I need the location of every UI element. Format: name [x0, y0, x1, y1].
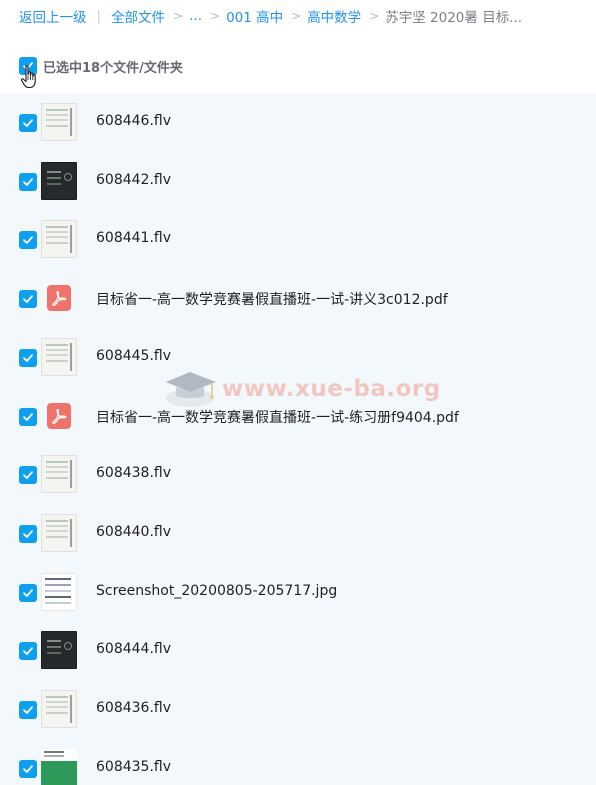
file-row[interactable]: 目标省一-高一数学竞赛暑假直播班-一试-练习册f9404.pdf — [0, 387, 596, 445]
file-name[interactable]: 608446.flv — [96, 113, 171, 129]
checkmark-icon — [23, 764, 33, 773]
file-checkbox[interactable] — [19, 231, 37, 250]
file-checkbox[interactable] — [19, 466, 37, 485]
breadcrumb-current: 苏宇坚 2020暑 目标... — [385, 10, 523, 26]
breadcrumb-level1[interactable]: 001 高中 — [226, 6, 283, 26]
chevron-right-icon: > — [291, 9, 302, 23]
file-name[interactable]: 608445.flv — [96, 348, 171, 364]
checkmark-icon — [23, 588, 33, 597]
breadcrumb-all-files[interactable]: 全部文件 — [111, 6, 165, 26]
chevron-right-icon: > — [369, 9, 380, 23]
video-thumbnail[interactable] — [41, 690, 77, 728]
video-thumbnail[interactable] — [41, 513, 77, 552]
checkmark-icon — [23, 354, 33, 362]
checkmark-icon — [23, 412, 33, 421]
checkmark-icon — [23, 177, 33, 186]
file-checkbox[interactable] — [19, 114, 37, 132]
checkmark-icon — [23, 647, 33, 656]
back-link[interactable]: 返回上一级 — [19, 6, 87, 26]
chevron-right-icon: > — [210, 9, 221, 23]
file-name[interactable]: 608438.flv — [96, 465, 171, 481]
breadcrumb-divider: | — [96, 8, 102, 24]
file-name[interactable]: 608440.flv — [96, 524, 171, 540]
file-name[interactable]: 目标省一-高一数学竞赛暑假直播班-一试-讲义3c012.pdf — [96, 289, 448, 309]
file-row[interactable]: 608441.flv — [0, 210, 596, 268]
checkmark-icon — [23, 119, 33, 127]
video-thumbnail[interactable] — [41, 455, 77, 494]
video-thumbnail[interactable] — [41, 220, 77, 259]
file-row[interactable]: 目标省一-高一数学竞赛暑假直播班-一试-讲义3c012.pdf — [0, 269, 596, 327]
file-checkbox[interactable] — [19, 759, 37, 778]
file-name[interactable]: Screenshot_20200805-205717.jpg — [96, 583, 337, 599]
pdf-file-icon — [47, 285, 71, 312]
file-row[interactable]: 608442.flv — [0, 152, 596, 210]
video-thumbnail[interactable] — [41, 337, 77, 376]
image-thumbnail[interactable] — [41, 572, 77, 611]
file-row[interactable]: 608444.flv — [0, 621, 596, 679]
file-checkbox[interactable] — [19, 583, 37, 602]
select-all-row: 已选中18个文件/文件夹 — [19, 56, 183, 76]
file-row[interactable]: 608445.flv — [0, 328, 596, 386]
file-list: 608446.flv 608442.flv 608441.flv 目标省一-高一数学竞… — [0, 93, 596, 785]
file-name[interactable]: 608444.flv — [96, 641, 171, 657]
pdf-file-icon — [47, 402, 71, 429]
checkmark-icon — [23, 471, 33, 480]
file-name[interactable]: 608442.flv — [96, 172, 171, 188]
file-checkbox[interactable] — [19, 642, 37, 661]
breadcrumb-ellipsis[interactable]: ... — [189, 8, 202, 24]
file-row[interactable]: 608446.flv — [0, 93, 596, 151]
chevron-right-icon: > — [173, 9, 184, 23]
file-name[interactable]: 608441.flv — [96, 230, 171, 246]
file-row[interactable]: 608440.flv — [0, 504, 596, 562]
file-row[interactable]: 608438.flv — [0, 445, 596, 503]
file-name[interactable]: 608436.flv — [96, 700, 171, 716]
video-thumbnail[interactable] — [41, 631, 77, 670]
file-checkbox[interactable] — [19, 524, 37, 543]
selection-count-label: 已选中18个文件/文件夹 — [43, 60, 183, 76]
checkmark-icon — [23, 295, 33, 303]
hand-cursor-icon — [20, 65, 36, 89]
file-checkbox[interactable] — [19, 172, 37, 191]
video-thumbnail[interactable] — [41, 748, 77, 785]
file-row[interactable]: 608436.flv — [0, 680, 596, 738]
video-thumbnail[interactable] — [41, 103, 77, 141]
file-checkbox[interactable] — [19, 290, 37, 309]
file-checkbox[interactable] — [19, 348, 37, 367]
breadcrumb: 返回上一级 | 全部文件 > ... > 001 高中 > 高中数学 > 苏宇坚… — [19, 6, 522, 26]
checkmark-icon — [23, 706, 33, 714]
checkmark-icon — [23, 530, 33, 538]
file-name[interactable]: 目标省一-高一数学竞赛暑假直播班-一试-练习册f9404.pdf — [96, 407, 459, 427]
file-name[interactable]: 608435.flv — [96, 759, 171, 775]
checkmark-icon — [23, 236, 33, 245]
file-row[interactable]: Screenshot_20200805-205717.jpg — [0, 563, 596, 621]
video-thumbnail[interactable] — [41, 161, 77, 200]
file-row[interactable]: 608435.flv — [0, 739, 596, 785]
file-checkbox[interactable] — [19, 701, 37, 719]
breadcrumb-level2[interactable]: 高中数学 — [307, 6, 361, 26]
file-checkbox[interactable] — [19, 407, 37, 426]
